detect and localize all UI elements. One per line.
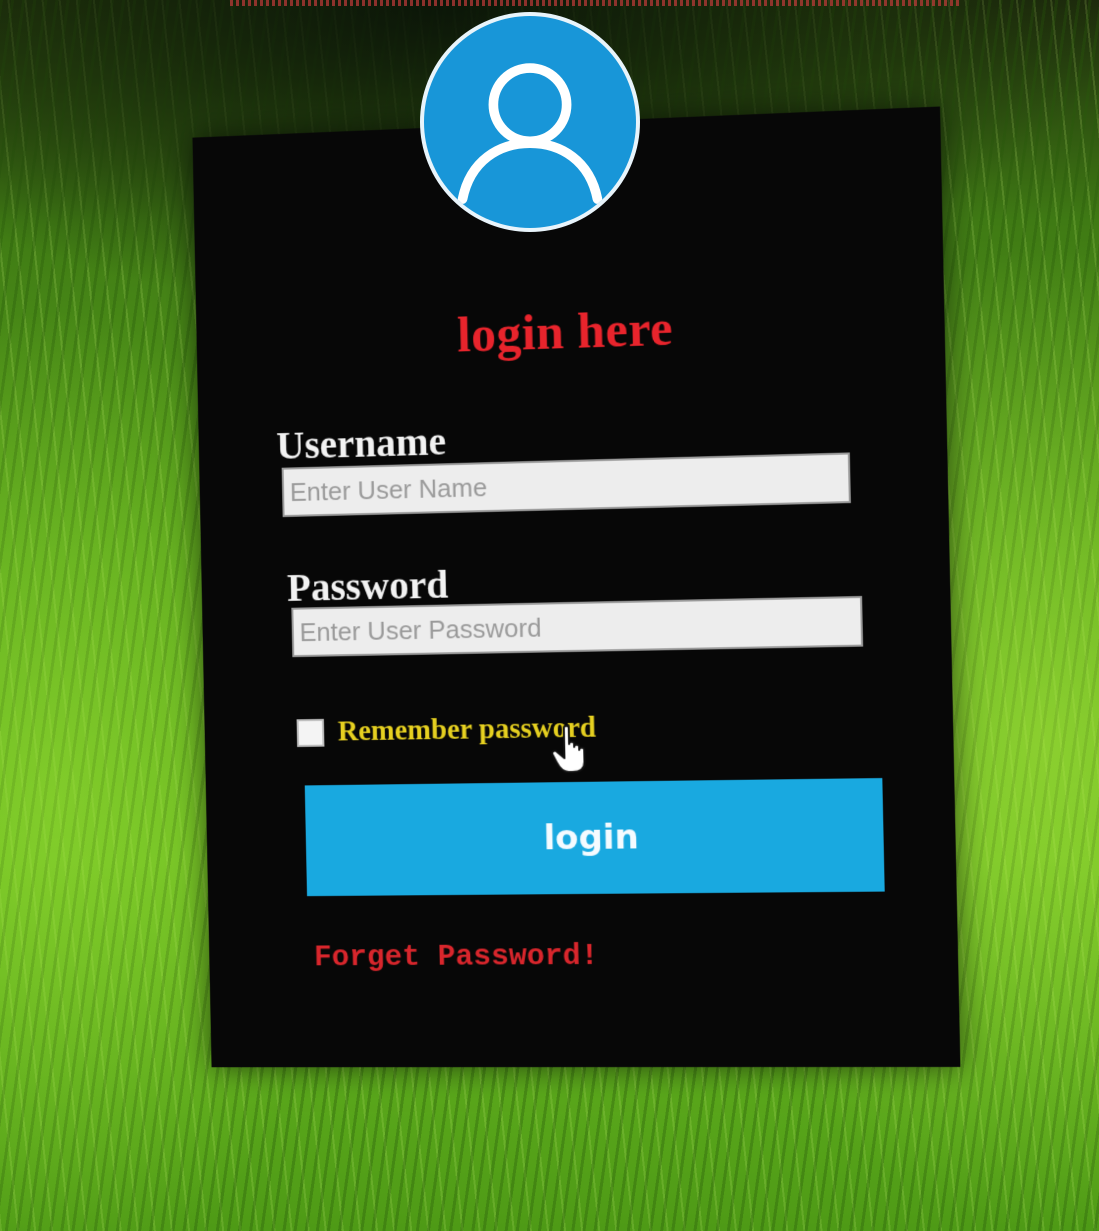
username-label: Username: [275, 418, 447, 468]
forgot-password-link[interactable]: Forget Password!: [314, 940, 599, 975]
login-button[interactable]: login: [304, 778, 885, 897]
remember-password-checkbox[interactable]: [296, 718, 325, 747]
background-decoration-strip: [230, 0, 960, 6]
user-avatar-icon: [420, 12, 640, 232]
login-form: login here Username Password Remember pa…: [192, 106, 960, 1067]
hand-pointer-icon: [551, 724, 586, 774]
password-label: Password: [286, 561, 449, 610]
form-title: login here: [456, 299, 674, 363]
password-input[interactable]: [291, 595, 864, 658]
avatar-silhouette: [457, 63, 603, 204]
login-panel: login here Username Password Remember pa…: [192, 106, 961, 1068]
